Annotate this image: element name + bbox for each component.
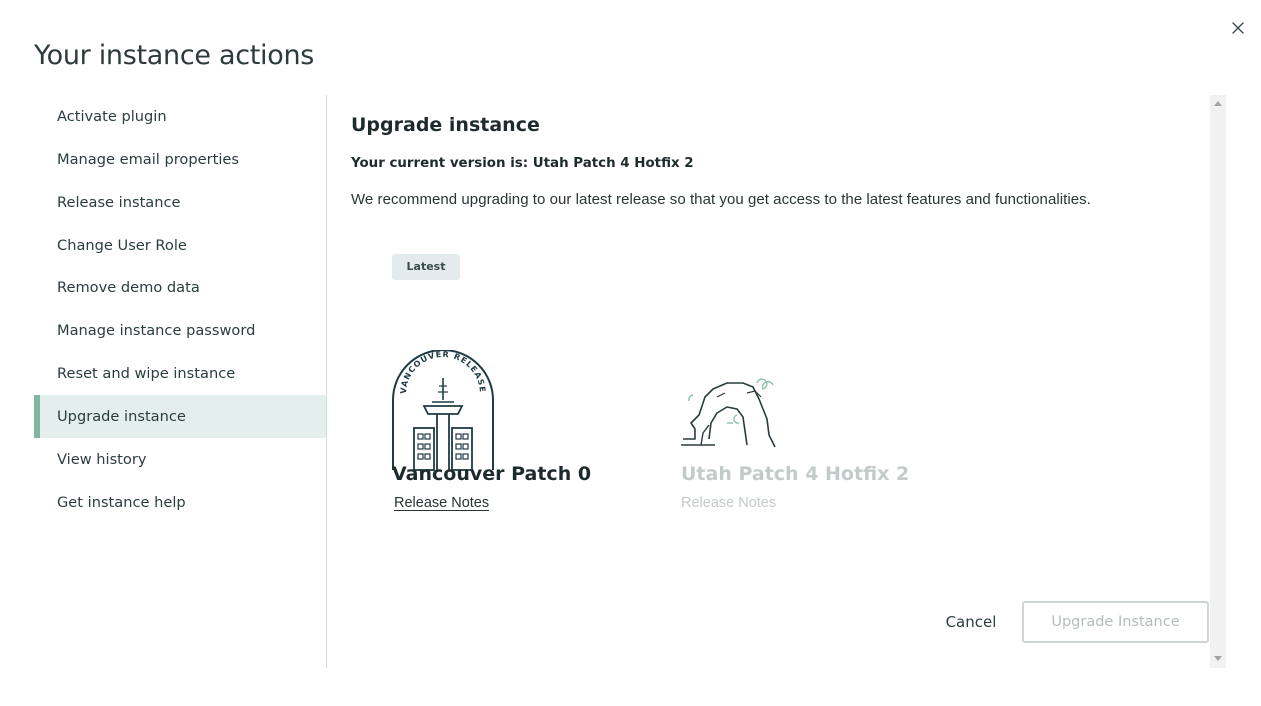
sidebar-item-manage-instance-password[interactable]: Manage instance password (34, 309, 326, 352)
release-notes-link-vancouver[interactable]: Release Notes (394, 495, 489, 511)
release-name-vancouver: Vancouver Patch 0 (392, 463, 592, 485)
release-name-utah: Utah Patch 4 Hotfix 2 (681, 463, 910, 485)
sidebar-item-activate-plugin[interactable]: Activate plugin (34, 95, 326, 138)
current-version-text: Your current version is: Utah Patch 4 Ho… (351, 156, 694, 171)
recommendation-text: We recommend upgrading to our latest rel… (351, 191, 1091, 208)
close-icon (1232, 22, 1244, 34)
upgrade-instance-panel: Upgrade instance Your current version is… (327, 95, 1210, 668)
upgrade-instance-button[interactable]: Upgrade Instance (1022, 601, 1209, 643)
scroll-up-icon[interactable] (1214, 101, 1222, 106)
close-button[interactable] (1228, 18, 1248, 38)
sidebar-item-remove-demo-data[interactable]: Remove demo data (34, 266, 326, 309)
sidebar-item-upgrade-instance[interactable]: Upgrade instance (34, 395, 326, 438)
actions-sidebar: Activate plugin Manage email properties … (34, 95, 326, 668)
cancel-button[interactable]: Cancel (921, 601, 1021, 643)
scroll-down-icon[interactable] (1214, 656, 1222, 661)
sidebar-item-manage-email-properties[interactable]: Manage email properties (34, 138, 326, 181)
modal-title: Your instance actions (34, 40, 315, 71)
sidebar-item-get-instance-help[interactable]: Get instance help (34, 481, 326, 524)
section-title: Upgrade instance (351, 114, 540, 136)
sidebar-item-change-user-role[interactable]: Change User Role (34, 224, 326, 267)
utah-arch-icon (681, 378, 776, 448)
sidebar-item-release-instance[interactable]: Release instance (34, 181, 326, 224)
sidebar-item-view-history[interactable]: View history (34, 438, 326, 481)
latest-badge: Latest (392, 254, 460, 280)
instance-actions-modal: Your instance actions Activate plugin Ma… (0, 0, 1261, 706)
release-notes-link-utah: Release Notes (681, 495, 777, 511)
vancouver-release-icon: VANCOUVER RELEASE (392, 350, 494, 471)
sidebar-item-reset-and-wipe-instance[interactable]: Reset and wipe instance (34, 352, 326, 395)
content-scrollbar[interactable] (1210, 95, 1226, 668)
